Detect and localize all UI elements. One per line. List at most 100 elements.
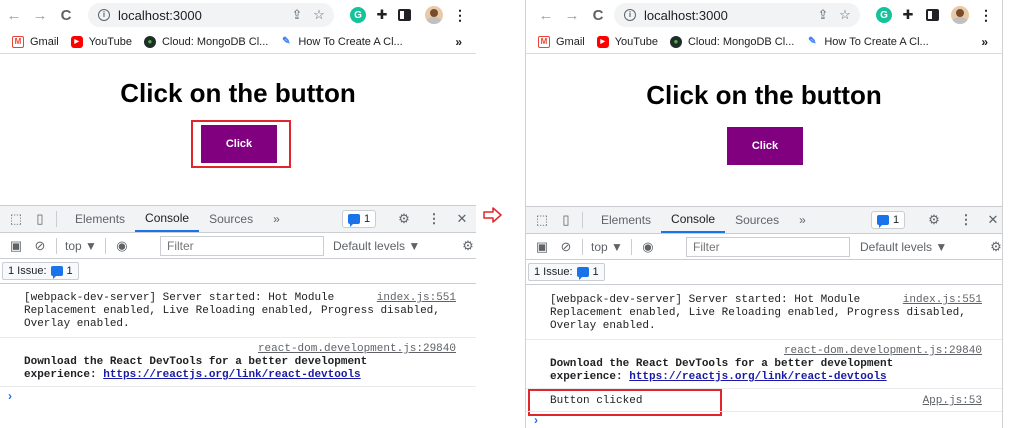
share-icon[interactable]: ⇪	[816, 7, 830, 22]
forward-icon[interactable]: →	[564, 7, 580, 24]
eye-icon[interactable]: ◉	[640, 239, 656, 255]
extensions-icon[interactable]: ✚	[900, 7, 916, 23]
filter-input[interactable]	[686, 237, 850, 257]
more-bookmarks-icon[interactable]: »	[981, 35, 988, 49]
divider	[526, 339, 1002, 340]
filter-input[interactable]	[160, 236, 324, 256]
page-title: Click on the button	[120, 78, 356, 108]
settings-icon[interactable]: ⚙	[926, 212, 942, 228]
bookmarks-bar: M Gmail ▶ YouTube ● Cloud: MongoDB Cl... ✎ H…	[0, 30, 476, 54]
eye-icon[interactable]: ◉	[114, 238, 130, 254]
tab-console[interactable]: Console	[135, 206, 200, 232]
console-prompt[interactable]: ›	[8, 389, 12, 403]
side-panel-icon[interactable]	[926, 9, 939, 21]
message-source-link[interactable]: react-dom.development.js:29840	[784, 345, 982, 358]
issues-bar: 1 Issue: 1	[526, 261, 1002, 285]
bookmark-youtube[interactable]: ▶ YouTube	[596, 35, 658, 48]
console-message: index.js:551 [webpack-dev-server] Server…	[550, 294, 982, 332]
devtools-tabbar: ⬚ ▯ Elements Console Sources » 1 ⚙ ⋮ ✕	[526, 206, 1002, 234]
bookmark-mongodb[interactable]: ● Cloud: MongoDB Cl...	[669, 35, 794, 48]
divider	[582, 238, 583, 255]
message-source-link[interactable]: index.js:551	[377, 292, 456, 305]
bookmark-how-to[interactable]: ✎ How To Create A Cl...	[806, 36, 929, 48]
back-icon[interactable]: ←	[538, 7, 554, 24]
back-icon[interactable]: ←	[6, 7, 22, 24]
divider	[104, 237, 106, 254]
clear-console-icon[interactable]: ⊘	[558, 239, 574, 255]
sidebar-toggle-icon[interactable]: ▣	[8, 238, 24, 254]
devtools-link[interactable]: https://reactjs.org/link/react-devtools	[629, 371, 886, 383]
share-icon[interactable]: ⇪	[290, 7, 304, 22]
bookmark-gmail[interactable]: M Gmail	[538, 35, 585, 48]
message-source-link[interactable]: index.js:551	[903, 294, 982, 307]
reload-icon[interactable]: C	[590, 7, 606, 24]
more-tabs-icon[interactable]: »	[789, 207, 816, 233]
console-prompt[interactable]: ›	[534, 413, 538, 427]
message-source-link[interactable]: App.js:53	[923, 395, 982, 408]
context-selector[interactable]: top ▼	[591, 240, 623, 254]
devtools-link[interactable]: https://reactjs.org/link/react-devtools	[103, 369, 360, 381]
tab-sources[interactable]: Sources	[199, 206, 263, 232]
page-icon: ✎	[282, 36, 291, 47]
tab-elements[interactable]: Elements	[591, 207, 661, 233]
inspect-element-icon[interactable]: ⬚	[534, 212, 550, 228]
star-icon[interactable]: ☆	[838, 7, 852, 22]
message-source-link[interactable]: react-dom.development.js:29840	[258, 343, 456, 356]
tab-console[interactable]: Console	[661, 207, 726, 233]
youtube-icon: ▶	[70, 35, 83, 48]
context-selector[interactable]: top ▼	[65, 239, 97, 253]
close-devtools-icon[interactable]: ✕	[454, 211, 470, 227]
address-bar[interactable]: i localhost:3000 ⇪ ☆	[88, 3, 334, 27]
bookmark-mongodb[interactable]: ● Cloud: MongoDB Cl...	[143, 35, 268, 48]
divider	[56, 211, 57, 227]
tab-elements[interactable]: Elements	[65, 206, 135, 232]
gmail-icon: M	[538, 35, 550, 48]
forward-icon[interactable]: →	[32, 7, 48, 24]
inspect-element-icon[interactable]: ⬚	[8, 211, 24, 227]
more-bookmarks-icon[interactable]: »	[455, 35, 462, 49]
sidebar-toggle-icon[interactable]: ▣	[534, 239, 550, 255]
extensions-icon[interactable]: ✚	[374, 7, 390, 23]
message-icon	[877, 215, 889, 228]
page-title: Click on the button	[646, 80, 882, 110]
devtools-menu-icon[interactable]: ⋮	[958, 212, 974, 228]
profile-avatar[interactable]	[425, 6, 443, 24]
divider	[582, 212, 583, 228]
menu-icon[interactable]: ⋮	[978, 7, 994, 23]
bookmark-how-to[interactable]: ✎ How To Create A Cl...	[280, 36, 403, 48]
side-panel-icon[interactable]	[398, 9, 411, 21]
browser-toolbar: ← → C i localhost:3000 ⇪ ☆ G ✚ ⋮	[0, 0, 476, 30]
issues-bar: 1 Issue: 1	[0, 260, 476, 284]
device-toolbar-icon[interactable]: ▯	[32, 211, 48, 227]
grammarly-icon[interactable]: G	[876, 7, 892, 23]
close-devtools-icon[interactable]: ✕	[985, 212, 1001, 228]
bookmark-gmail[interactable]: M Gmail	[12, 35, 59, 48]
star-icon[interactable]: ☆	[312, 7, 326, 22]
reload-icon[interactable]: C	[58, 7, 74, 24]
profile-avatar[interactable]	[951, 6, 969, 24]
bookmark-youtube[interactable]: ▶ YouTube	[70, 35, 132, 48]
clear-console-icon[interactable]: ⊘	[32, 238, 48, 254]
info-icon[interactable]: i	[624, 9, 636, 21]
log-levels-dropdown[interactable]: Default levels ▼	[333, 239, 420, 253]
issues-badge[interactable]: 1	[871, 211, 906, 229]
console-settings-icon[interactable]: ⚙	[460, 238, 476, 254]
devtools-menu-icon[interactable]: ⋮	[426, 211, 442, 227]
console-settings-icon[interactable]: ⚙	[988, 239, 1002, 255]
issues-button[interactable]: 1 Issue: 1	[528, 263, 605, 281]
device-toolbar-icon[interactable]: ▯	[558, 212, 574, 228]
message-icon	[348, 214, 360, 227]
address-bar[interactable]: i localhost:3000 ⇪ ☆	[614, 3, 860, 27]
click-button[interactable]: Click	[727, 127, 803, 165]
info-icon[interactable]: i	[98, 9, 110, 21]
more-tabs-icon[interactable]: »	[263, 206, 290, 232]
issues-button[interactable]: 1 Issue: 1	[2, 262, 79, 280]
grammarly-icon[interactable]: G	[350, 7, 366, 23]
settings-icon[interactable]: ⚙	[396, 211, 412, 227]
console-filter-bar: ▣ ⊘ top ▼ ◉ Default levels ▼ ⚙	[0, 233, 476, 259]
message-icon	[576, 267, 589, 280]
menu-icon[interactable]: ⋮	[452, 7, 468, 23]
log-levels-dropdown[interactable]: Default levels ▼	[860, 240, 947, 254]
tab-sources[interactable]: Sources	[725, 207, 789, 233]
issues-badge[interactable]: 1	[342, 210, 377, 228]
